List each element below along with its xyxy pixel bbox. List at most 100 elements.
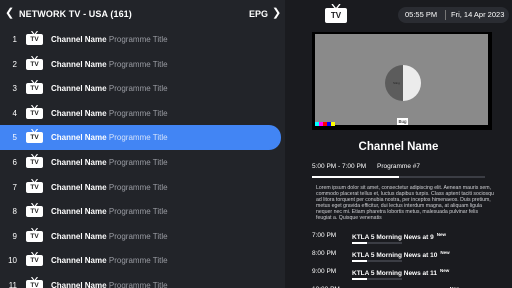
channel-name: Channel Name <box>51 182 107 192</box>
tv-icon-label: TV <box>26 181 43 193</box>
current-time: 05:55 PM <box>405 10 438 19</box>
channel-row[interactable]: 5 TV Channel Name - Programme Title <box>0 125 281 150</box>
channel-name: Channel Name <box>51 133 107 143</box>
channel-name: Channel Name <box>51 207 107 217</box>
upcoming-progress-fill <box>352 278 367 280</box>
upcoming-programme: KTLA 5 Morning News at 11 New <box>352 268 449 277</box>
tv-icon-label: TV <box>26 83 43 95</box>
new-badge: New <box>436 232 447 237</box>
channel-number: 7 <box>12 182 17 192</box>
programme-title: - Programme Title <box>104 84 168 94</box>
tv-icon: TV <box>26 153 43 168</box>
tv-icon: TV <box>26 203 43 218</box>
channel-row[interactable]: 11 TV Channel Name - Programme Title <box>0 273 285 288</box>
tv-icon: TV <box>26 31 43 45</box>
channel-number: 2 <box>12 59 17 69</box>
channel-number: 4 <box>12 108 17 118</box>
chevron-right-icon[interactable]: ❯ <box>272 8 281 19</box>
tv-icon-label: TV <box>26 34 43 45</box>
upcoming-programme-title: KTLA 5 Morning News at 10 <box>352 252 438 259</box>
channel-number: 6 <box>12 157 17 167</box>
programme-title: - Programme Title <box>104 35 168 44</box>
tv-icon-label: TV <box>26 230 43 242</box>
test-pattern-label: Sting <box>393 81 400 85</box>
upcoming-progress-fill <box>352 260 367 262</box>
list-header: ❮ NETWORK TV - USA (161) EPG ❯ <box>0 0 285 27</box>
upcoming-programme-title: KTLA 5 Morning News at 9 <box>352 234 434 241</box>
upcoming-time: 9:00 PM <box>312 268 337 275</box>
tv-icon-label: TV <box>26 156 43 168</box>
programme-title: - Programme Title <box>104 256 168 266</box>
channel-name: Channel Name <box>51 84 107 94</box>
tv-icon: TV <box>26 227 43 242</box>
channel-number: 5 <box>12 133 17 143</box>
programme-title: - Programme Title <box>104 133 168 143</box>
current-time-range: 5:00 PM - 7:00 PM <box>312 163 367 170</box>
video-player[interactable]: Sting Bug <box>312 32 492 130</box>
channel-name: Channel Name <box>51 157 107 167</box>
programme-title: - Programme Title <box>104 157 168 167</box>
channel-row[interactable]: 3 TV Channel Name - Programme Title <box>0 76 285 101</box>
details-panel: TV 05:55 PM Fri, 14 Apr 2023 Sting Bug C… <box>285 0 512 288</box>
upcoming-time: 8:00 PM <box>312 250 337 257</box>
tv-icon-label: TV <box>26 255 43 267</box>
programme-title: - Programme Title <box>104 280 168 288</box>
channel-title: Channel Name <box>358 141 439 153</box>
channel-row[interactable]: 10 TV Channel Name - Programme Title <box>0 248 285 273</box>
channel-row[interactable]: 2 TV Channel Name - Programme Title <box>0 52 285 77</box>
tv-icon-label: TV <box>26 107 43 119</box>
channel-number: 10 <box>8 256 17 266</box>
channel-row[interactable]: 8 TV Channel Name - Programme Title <box>0 199 285 224</box>
clock-pill: 05:55 PM Fri, 14 Apr 2023 <box>398 7 509 23</box>
color-bars <box>315 122 335 126</box>
tv-icon-label: TV <box>26 206 43 218</box>
channel-name: Channel Name <box>51 256 107 266</box>
programme-title: - Programme Title <box>104 231 168 241</box>
channel-row[interactable]: 1 TV Channel Name - Programme Title <box>0 27 285 52</box>
chevron-left-icon[interactable]: ❮ <box>5 8 14 19</box>
test-pattern-pie <box>385 65 421 101</box>
upcoming-progress-fill <box>352 242 367 244</box>
channel-row[interactable]: 7 TV Channel Name - Programme Title <box>0 175 285 200</box>
channel-row[interactable]: 6 TV Channel Name - Programme Title <box>0 150 285 175</box>
channel-name: Channel Name <box>51 35 107 44</box>
channel-row[interactable]: 4 TV Channel Name - Programme Title <box>0 101 285 126</box>
new-badge: New <box>440 268 450 273</box>
channel-list-panel: ❮ NETWORK TV - USA (161) EPG ❯ 1 TV Channe… <box>0 0 285 288</box>
epg-button[interactable]: EPG <box>249 9 268 19</box>
tv-icon-label: TV <box>26 279 43 288</box>
upcoming-programme: KTLA 5 Morning News at 9 New <box>352 232 446 241</box>
channel-name: Channel Name <box>51 108 107 118</box>
channel-name: Channel Name <box>51 59 107 69</box>
tv-logo-label: TV <box>325 8 347 23</box>
tv-icon: TV <box>26 178 43 193</box>
channel-row[interactable]: 9 TV Channel Name - Programme Title <box>0 224 285 249</box>
tv-icon: TV <box>26 252 43 267</box>
tv-icon-label: TV <box>26 58 43 70</box>
channel-number: 3 <box>12 84 17 94</box>
programme-title: - Programme Title <box>104 108 168 118</box>
tv-icon-label: TV <box>26 132 43 144</box>
video-frame: Sting Bug <box>315 34 488 125</box>
programme-title: - Programme Title <box>104 207 168 217</box>
tv-icon: TV <box>26 104 43 119</box>
programme-title: - Programme Title <box>104 182 168 192</box>
upcoming-progress <box>352 242 402 244</box>
upcoming-programme: KTLA 5 Morning News at 10 New <box>352 250 450 259</box>
current-date: Fri, 14 Apr 2023 <box>451 10 505 19</box>
channel-number: 11 <box>8 280 17 288</box>
app-root: ❮ NETWORK TV - USA (161) EPG ❯ 1 TV Channe… <box>0 0 512 288</box>
current-programme-row: 5:00 PM - 7:00 PM Programme #7 <box>312 163 420 170</box>
programme-title: - Programme Title <box>104 59 168 69</box>
channel-list: 1 TV Channel Name - Programme Title 2 TV Chann… <box>0 27 285 288</box>
group-title: NETWORK TV - USA (161) <box>19 9 132 19</box>
new-badge: New <box>440 250 450 255</box>
tv-icon: TV <box>26 129 43 144</box>
current-programme: Programme #7 <box>377 163 420 170</box>
tv-icon: TV <box>26 55 43 70</box>
tv-icon: TV <box>26 276 43 288</box>
channel-name: Channel Name <box>51 231 107 241</box>
tv-icon: TV <box>26 80 43 95</box>
programme-description: Lorem ipsum dolor sit amet, consectetur … <box>316 185 494 222</box>
programme-progress <box>312 176 485 178</box>
